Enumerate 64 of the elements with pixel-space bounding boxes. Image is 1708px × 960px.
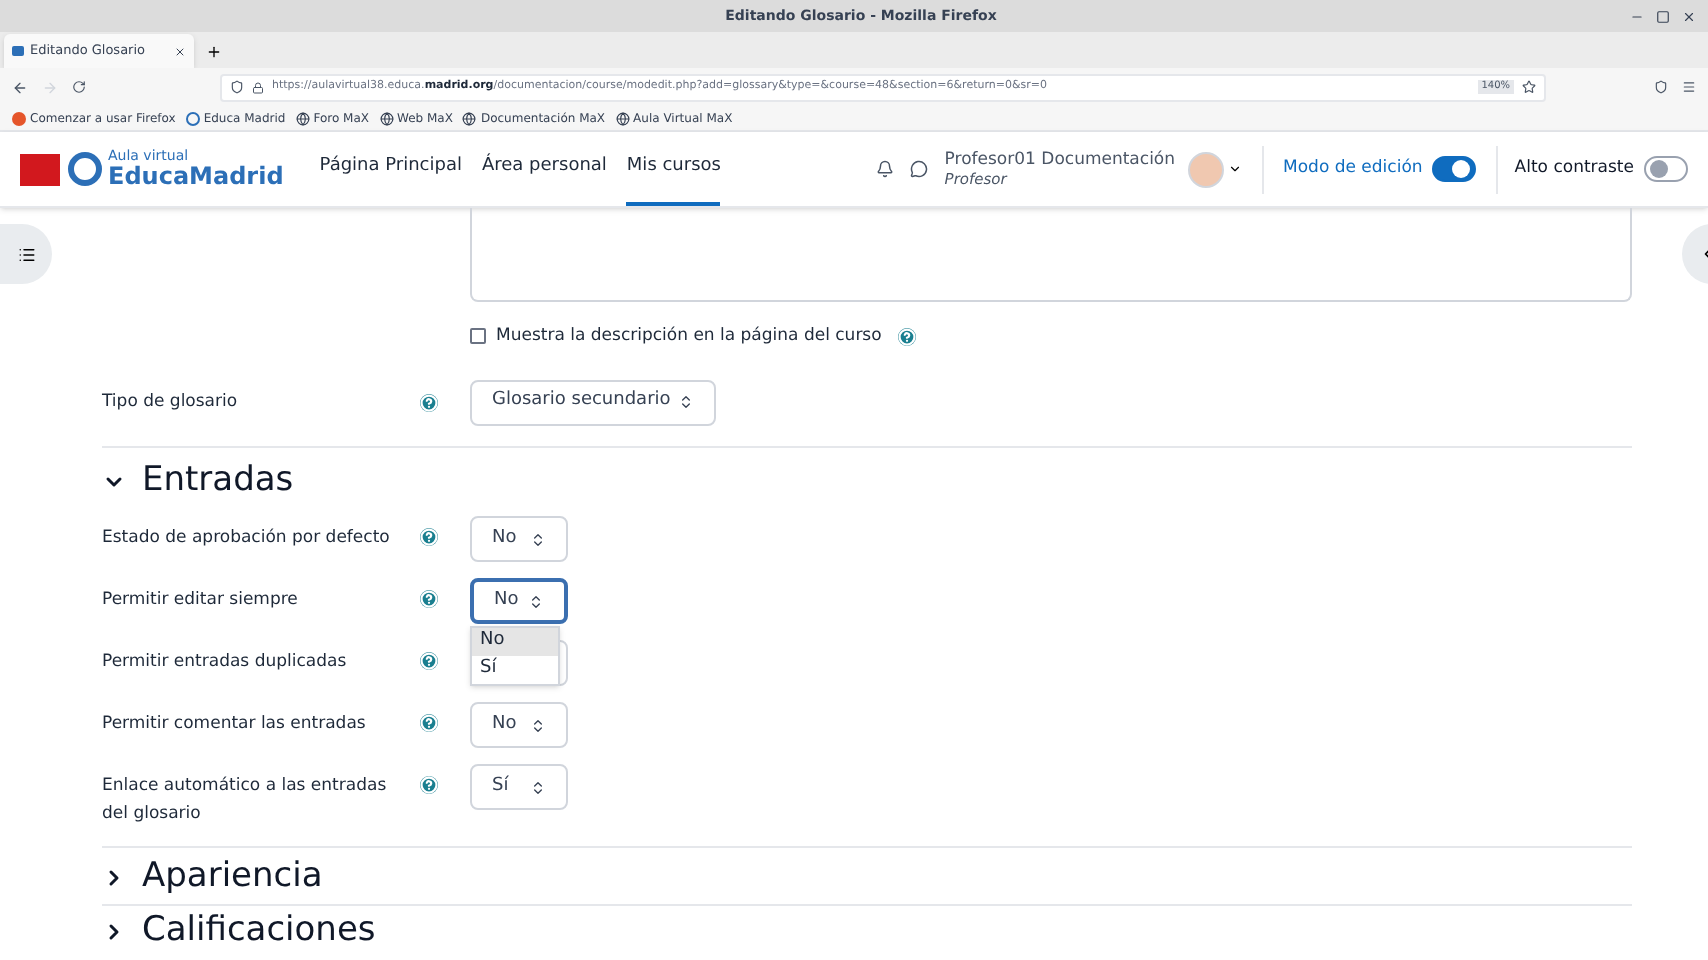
help-icon[interactable]	[420, 652, 438, 670]
globe-icon	[295, 111, 310, 125]
nav-link[interactable]: Área personal	[481, 132, 607, 206]
help-icon[interactable]	[897, 327, 916, 345]
select-field[interactable]: No	[470, 578, 568, 624]
edit-mode-label: Modo de edición	[1283, 156, 1423, 182]
checkbox-label: Muestra la descripción en la página del curso	[496, 323, 882, 349]
toggle-switch[interactable]	[1432, 156, 1477, 182]
close-tab-icon[interactable]	[174, 45, 186, 57]
dropdown-option[interactable]: No	[472, 628, 558, 656]
field-label: Permitir entradas duplicadas	[102, 650, 349, 676]
select-field[interactable]: Glosario secundario	[470, 379, 716, 425]
field-label: Permitir editar siempre	[102, 588, 300, 614]
updown-icon	[530, 717, 546, 733]
contrast-label: Alto contraste	[1514, 156, 1634, 182]
dropdown-option[interactable]: Sí	[472, 656, 558, 684]
back-icon[interactable]	[12, 79, 28, 95]
help-icon[interactable]	[420, 528, 438, 546]
section-header[interactable]: Entradas	[102, 456, 1632, 508]
updown-icon	[528, 593, 544, 609]
help-icon[interactable]	[420, 393, 438, 411]
checkbox[interactable]	[470, 328, 486, 344]
new-tab-icon[interactable]	[206, 44, 222, 60]
section-header[interactable]: Apariencia	[102, 852, 1632, 904]
lock-icon	[252, 81, 264, 93]
reload-icon[interactable]	[72, 80, 86, 94]
message-icon[interactable]	[910, 160, 929, 178]
menu-icon[interactable]	[1682, 80, 1696, 94]
star-logo-icon	[68, 152, 102, 186]
flag-logo-icon	[20, 153, 60, 185]
notification-icon[interactable]	[876, 160, 895, 178]
user-name: Profesor01 Documentación	[944, 149, 1176, 171]
globe-icon	[462, 111, 477, 125]
help-icon[interactable]	[420, 590, 438, 608]
shield-icon	[230, 80, 244, 94]
logo-title: EducaMadrid	[108, 164, 284, 188]
star-badge-icon	[185, 111, 200, 125]
updown-icon	[678, 394, 694, 410]
cap-icon	[12, 46, 24, 56]
globe-icon	[615, 111, 630, 125]
drawer-toggle-button[interactable]	[0, 224, 52, 284]
globe-icon	[379, 111, 394, 125]
firefox-icon	[12, 111, 26, 125]
updown-icon	[530, 779, 546, 795]
list-icon	[17, 245, 35, 263]
caret-icon[interactable]	[1227, 162, 1242, 176]
nav-link[interactable]: Mis cursos	[626, 132, 721, 206]
bookmark-star-icon[interactable]	[1522, 80, 1536, 94]
field-label: Tipo de glosario	[102, 389, 240, 415]
help-icon[interactable]	[420, 714, 438, 732]
maximize-icon[interactable]	[1656, 9, 1670, 23]
help-icon[interactable]	[420, 776, 438, 794]
toggle-switch[interactable]	[1644, 156, 1688, 182]
field-label: Estado de aprobación por defecto	[102, 526, 392, 552]
field-label: Enlace automático a las entradas del glosario	[102, 774, 389, 828]
field-label: Permitir comentar las entradas	[102, 712, 368, 738]
select-field[interactable]: Sí	[470, 764, 568, 810]
nav-link[interactable]: Página Principal	[319, 132, 462, 206]
close-icon[interactable]	[1682, 9, 1696, 23]
select-field[interactable]: No	[470, 702, 568, 748]
select-field[interactable]: No	[470, 516, 568, 562]
section-header[interactable]: Calificaciones	[102, 906, 1632, 958]
pocket-icon[interactable]	[1654, 80, 1668, 94]
updown-icon	[530, 531, 546, 547]
